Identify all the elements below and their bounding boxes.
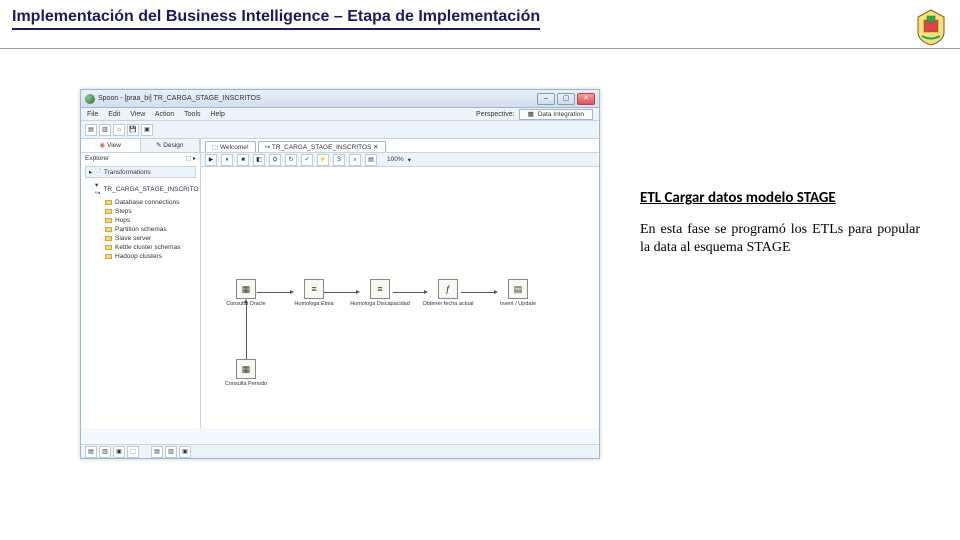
preview-icon[interactable]: ◧ xyxy=(253,154,265,166)
lookup-icon: ≡ xyxy=(370,279,390,299)
sidebar-tab-view[interactable]: ◉ View xyxy=(81,139,141,152)
explorer-label: Explorer xyxy=(85,155,109,162)
zoom-dropdown-icon[interactable]: ▾ xyxy=(408,156,411,164)
impact-icon[interactable]: ⚡ xyxy=(317,154,329,166)
maximize-button[interactable]: ▢ xyxy=(557,93,575,105)
menu-view[interactable]: View xyxy=(130,111,145,118)
tab-welcome[interactable]: ⬚ Welcome! xyxy=(205,141,256,152)
status-icon[interactable]: ▤ xyxy=(151,446,163,458)
explorer-tree: ▸ 📄 Transformations ▾ ↪ TR_CARGA_STAGE_I… xyxy=(81,164,200,263)
body-paragraph: En esta fase se programó los ETLs para p… xyxy=(640,221,920,257)
status-icon[interactable]: ▥ xyxy=(165,446,177,458)
run-icon[interactable]: ▶ xyxy=(205,154,217,166)
window-titlebar: Spoon - [praa_bi] TR_CARGA_STAGE_INSCRIT… xyxy=(81,90,599,108)
step-consulta-periodo[interactable]: ▦ Consulta Periodo xyxy=(219,359,273,387)
explorer-toggle-icon[interactable]: ⬚ ▸ xyxy=(186,155,196,162)
sidebar-tab-design[interactable]: ✎ Design xyxy=(141,139,201,152)
perspective-selector[interactable]: ▦Data Integration xyxy=(519,109,593,120)
step-homologa-etnia[interactable]: ≡ Homologa Etnia xyxy=(287,279,341,307)
sql-icon[interactable]: S xyxy=(333,154,345,166)
step-fecha-actual[interactable]: ƒ Obtener fecha actual xyxy=(421,279,475,307)
main-toolbar: ▤ ▥ ⌂ 💾 ▣ xyxy=(81,121,599,139)
caption: ETL Cargar datos modelo STAGE xyxy=(640,189,920,207)
spoon-app-icon xyxy=(85,94,95,104)
menu-action[interactable]: Action xyxy=(155,111,174,118)
zoom-level[interactable]: 100% xyxy=(387,156,404,163)
menu-file[interactable]: File xyxy=(87,111,98,118)
explore-icon[interactable]: ⌂ xyxy=(113,124,125,136)
sidebar: ◉ View ✎ Design Explorer ⬚ ▸ ▸ 📄 Transfo… xyxy=(81,139,201,428)
canvas-toolbar: ▶ ⏸ ■ ◧ ⛭ ↻ ✓ ⚡ S ⌕ ▤ 100% ▾ xyxy=(201,153,599,167)
open-icon[interactable]: ▥ xyxy=(99,124,111,136)
tree-hadoop[interactable]: Hadoop clusters xyxy=(85,252,196,261)
tree-hops[interactable]: Hops xyxy=(85,216,196,225)
menubar: File Edit View Action Tools Help Perspec… xyxy=(81,108,599,121)
stop-icon[interactable]: ■ xyxy=(237,154,249,166)
step-consulta-oracle[interactable]: ▦ Consulta Oracle xyxy=(219,279,273,307)
slide-text-block: ETL Cargar datos modelo STAGE En esta fa… xyxy=(640,89,920,459)
perspective-label: Perspective: xyxy=(476,111,515,118)
tree-partition[interactable]: Partition schemas xyxy=(85,225,196,234)
saveas-icon[interactable]: ▣ xyxy=(141,124,153,136)
status-icon[interactable]: ⬚ xyxy=(127,446,139,458)
university-logo xyxy=(914,8,948,46)
statusbar: ▤ ▥ ▣ ⬚ ▤ ▥ ▣ xyxy=(81,444,599,458)
window-title: Spoon - [praa_bi] TR_CARGA_STAGE_INSCRIT… xyxy=(98,95,261,102)
close-button[interactable]: ✕ xyxy=(577,93,595,105)
new-icon[interactable]: ▤ xyxy=(85,124,97,136)
pause-icon[interactable]: ⏸ xyxy=(221,154,233,166)
spoon-window: Spoon - [praa_bi] TR_CARGA_STAGE_INSCRIT… xyxy=(80,89,600,459)
tree-transformations[interactable]: ▸ 📄 Transformations xyxy=(85,166,196,178)
status-icon[interactable]: ▣ xyxy=(113,446,125,458)
results-icon[interactable]: ▤ xyxy=(365,154,377,166)
hop[interactable] xyxy=(246,302,247,362)
tab-transform[interactable]: ↪ TR_CARGA_STAGE_INSCRITOS ✕ xyxy=(258,141,386,152)
lookup-icon: ≡ xyxy=(304,279,324,299)
tree-trans-node[interactable]: ▾ ↪ TR_CARGA_STAGE_INSCRITO xyxy=(85,180,196,198)
status-icon[interactable]: ▤ xyxy=(85,446,97,458)
slide-header: Implementación del Business Intelligence… xyxy=(0,0,960,48)
menu-help[interactable]: Help xyxy=(210,111,224,118)
slide-content: Spoon - [praa_bi] TR_CARGA_STAGE_INSCRIT… xyxy=(0,49,960,479)
status-icon[interactable]: ▥ xyxy=(99,446,111,458)
minimize-button[interactable]: – xyxy=(537,93,555,105)
step-insert-update[interactable]: ▤ Insert / Update xyxy=(491,279,545,307)
tree-steps[interactable]: Steps xyxy=(85,207,196,216)
table-input-icon: ▦ xyxy=(236,359,256,379)
table-input-icon: ▦ xyxy=(236,279,256,299)
tree-db-connections[interactable]: Database connections xyxy=(85,198,196,207)
status-icon[interactable]: ▣ xyxy=(179,446,191,458)
tree-slave[interactable]: Slave server xyxy=(85,234,196,243)
system-info-icon: ƒ xyxy=(438,279,458,299)
tree-cluster[interactable]: Kettle cluster schemas xyxy=(85,243,196,252)
menu-edit[interactable]: Edit xyxy=(108,111,120,118)
menu-tools[interactable]: Tools xyxy=(184,111,200,118)
slide-title: Implementación del Business Intelligence… xyxy=(12,8,540,30)
debug-icon[interactable]: ⛭ xyxy=(269,154,281,166)
replay-icon[interactable]: ↻ xyxy=(285,154,297,166)
verify-icon[interactable]: ✓ xyxy=(301,154,313,166)
step-homologa-discapacidad[interactable]: ≡ Homologa Discapacidad xyxy=(353,279,407,307)
save-icon[interactable]: 💾 xyxy=(127,124,139,136)
explore-db-icon[interactable]: ⌕ xyxy=(349,154,361,166)
canvas[interactable]: ▦ Consulta Oracle ≡ Homologa Etnia ≡ Hom… xyxy=(201,167,599,428)
insert-update-icon: ▤ xyxy=(508,279,528,299)
canvas-area: ⬚ Welcome! ↪ TR_CARGA_STAGE_INSCRITOS ✕ … xyxy=(201,139,599,428)
